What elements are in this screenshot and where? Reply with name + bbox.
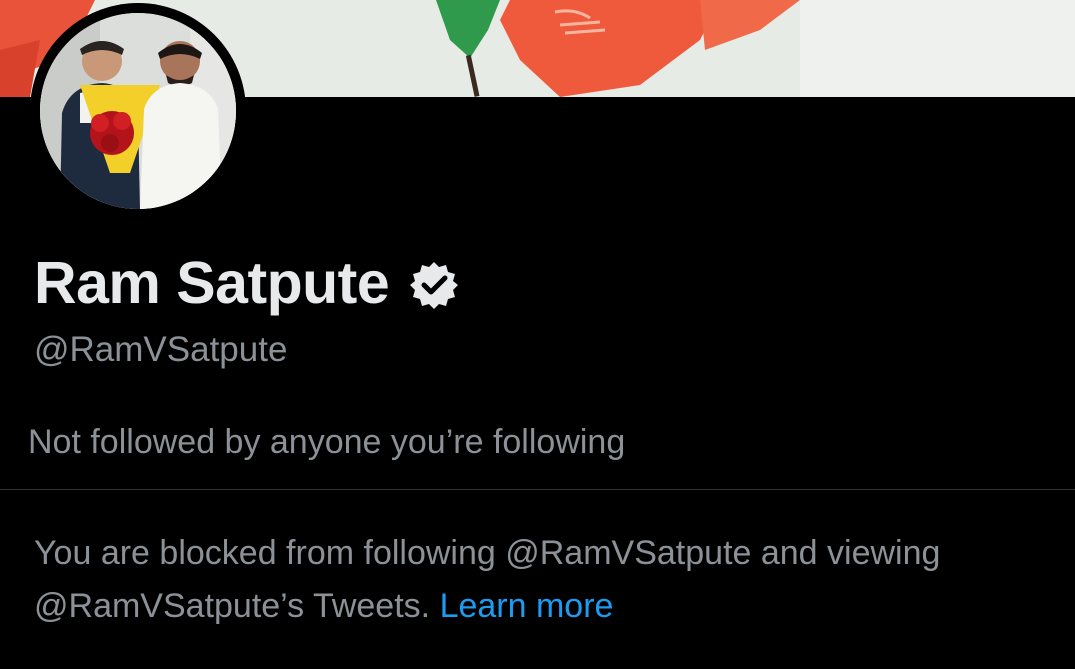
followers-you-know-note: Not followed by anyone you’re following	[28, 423, 626, 461]
profile-name-row: Ram Satpute	[34, 250, 459, 316]
learn-more-link[interactable]: Learn more	[440, 587, 614, 625]
profile-avatar[interactable]	[30, 3, 246, 219]
verified-badge-icon[interactable]	[409, 260, 459, 310]
profile-handle: @RamVSatpute	[34, 330, 288, 369]
display-name: Ram Satpute	[34, 250, 390, 316]
blocked-notice: You are blocked from following @RamVSatp…	[34, 527, 1044, 633]
section-divider	[0, 489, 1075, 490]
profile-page: Ram Satpute @RamVSatpute Not followed by…	[0, 0, 1075, 669]
avatar-image	[40, 13, 236, 209]
